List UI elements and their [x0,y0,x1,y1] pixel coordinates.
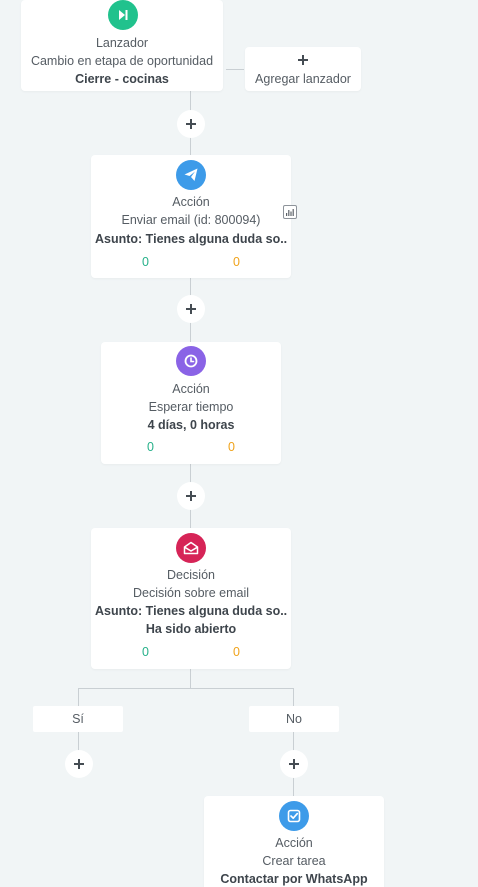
email-action-type-label: Acción [172,195,210,209]
add-trigger-button[interactable]: Agregar lanzador [245,47,361,91]
plus-icon [289,759,299,769]
bar-chart-icon[interactable] [283,205,297,219]
task-action-type-label: Acción [275,836,313,850]
plus-icon [186,119,196,129]
task-action-description: Crear tarea [262,854,326,868]
trigger-description: Cambio en etapa de oportunidad [30,54,214,68]
add-step-button[interactable] [177,295,205,323]
plus-icon [186,491,196,501]
plus-icon [74,759,84,769]
envelope-open-icon [176,533,206,563]
paper-plane-icon [176,160,206,190]
branch-no-label: No [249,706,339,732]
add-step-button[interactable] [177,482,205,510]
plus-icon [186,304,196,314]
clock-icon [176,346,206,376]
wait-pending-count: 0 [228,440,235,454]
connector-line [190,669,191,688]
trigger-type-label: Lanzador [95,36,149,50]
email-pending-count: 0 [233,255,240,269]
add-trigger-label: Agregar lanzador [255,72,351,86]
decision-no-count: 0 [233,645,240,659]
branch-no-line [293,688,294,796]
decision-description: Decisión sobre email [132,586,250,600]
email-action-description: Enviar email (id: 800094) [121,213,261,227]
add-step-no-button[interactable] [280,750,308,778]
email-decision-card[interactable]: Decisión Decisión sobre email Asunto: Ti… [91,528,291,669]
check-square-icon [279,801,309,831]
wait-duration: 4 días, 0 horas [147,418,235,432]
trigger-card[interactable]: Lanzador Cambio en etapa de oportunidad … [21,0,223,91]
decision-subject: Asunto: Tienes alguna duda so... [95,604,287,618]
email-sent-count: 0 [142,255,149,269]
wait-action-description: Esperar tiempo [148,400,234,414]
decision-yes-count: 0 [142,645,149,659]
wait-action-type-label: Acción [172,382,210,396]
connector-trigger-to-add [226,69,244,70]
branch-horizontal-line [78,688,294,689]
wait-completed-count: 0 [147,440,154,454]
email-action-subject: Asunto: Tienes alguna duda so... [95,232,287,246]
decision-type-label: Decisión [167,568,215,582]
add-step-button[interactable] [177,110,205,138]
task-title: Contactar por WhatsApp [220,872,368,886]
trigger-value: Cierre - cocinas [75,72,169,86]
decision-condition: Ha sido abierto [145,622,237,636]
wait-action-card[interactable]: Acción Esperar tiempo 4 días, 0 horas 0 … [101,342,281,464]
add-step-yes-button[interactable] [65,750,93,778]
workflow-canvas: Lanzador Cambio en etapa de oportunidad … [0,0,478,887]
skip-forward-icon [108,0,138,30]
branch-yes-label: Sí [33,706,123,732]
create-task-action-card[interactable]: Acción Crear tarea Contactar por WhatsAp… [204,796,384,887]
send-email-action-card[interactable]: Acción Enviar email (id: 800094) Asunto:… [91,155,291,278]
plus-icon [298,55,308,65]
